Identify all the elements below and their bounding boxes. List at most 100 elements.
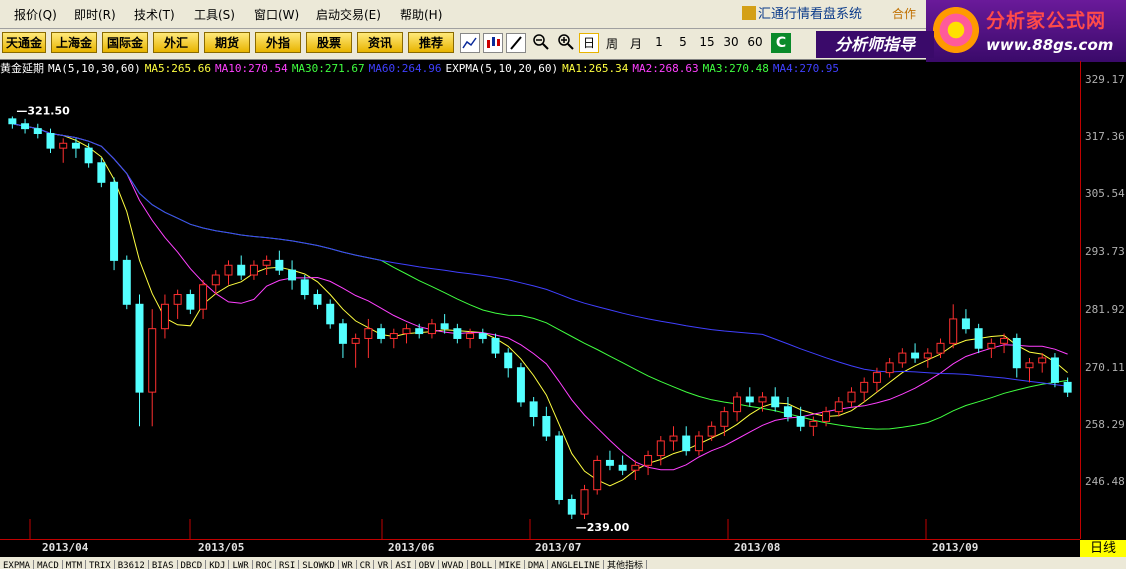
candle-body [160, 303, 169, 330]
menu-tools[interactable]: 工具(S) [194, 6, 235, 23]
candle-body [97, 162, 106, 183]
candle [605, 450, 614, 471]
candle-body [898, 352, 907, 364]
indicator-tab[interactable]: ROC [253, 560, 276, 569]
menu-quote[interactable]: 报价(Q) [14, 6, 57, 23]
menu-technical[interactable]: 技术(T) [134, 6, 175, 23]
candle [771, 387, 780, 412]
candle-body [707, 425, 716, 437]
indicator-tab[interactable]: MACD [34, 560, 63, 569]
indicator-tab[interactable]: 其他指标 [604, 560, 647, 569]
zoom-out-icon[interactable] [531, 33, 551, 53]
candle-body [682, 435, 691, 452]
indicator-tab[interactable]: RSI [276, 560, 300, 569]
intl-gold-button[interactable]: 国际金 [102, 32, 148, 53]
analyst-guide-banner[interactable]: 分析师指导 [816, 31, 934, 58]
shanghai-gold-button[interactable]: 上海金 [51, 32, 97, 53]
candle [885, 357, 894, 378]
stocks-button[interactable]: 股票 [306, 32, 352, 53]
pencil-draw-icon[interactable] [506, 33, 526, 53]
candle-body [542, 416, 551, 437]
logo-title: 分析家公式网 [986, 10, 1107, 32]
y-tick: 317.36 [1085, 130, 1125, 143]
period-week[interactable]: 周 [603, 35, 621, 52]
candle-body [427, 323, 436, 335]
candlestick-chart[interactable]: —321.50 —239.00 [0, 77, 1080, 539]
candle-body [567, 498, 576, 515]
expma-params: EXPMA(5,10,20,60) [445, 62, 559, 75]
candle-body [555, 435, 564, 500]
refresh-icon[interactable]: C [771, 33, 791, 53]
period-5min[interactable]: 5 [674, 35, 692, 49]
indicator-tab[interactable]: BOLL [468, 560, 497, 569]
menu-start-trading[interactable]: 启动交易(E) [316, 6, 381, 23]
candle [504, 348, 513, 378]
candle-body [135, 303, 144, 393]
line-chart-icon[interactable] [460, 33, 480, 53]
futures-button[interactable]: 期货 [204, 32, 250, 53]
candle-body [631, 464, 640, 471]
menu-realtime[interactable]: 即时(R) [74, 6, 116, 23]
candle-body [237, 264, 246, 276]
indicator-tab[interactable]: VR [374, 560, 393, 569]
candle [402, 323, 411, 344]
indicator-tab[interactable]: OBV [416, 560, 439, 569]
zoom-in-icon[interactable] [556, 33, 576, 53]
candle-body [872, 372, 881, 383]
indicator-tab[interactable]: DMA [525, 560, 549, 569]
candle-body [860, 381, 869, 393]
indicator-tab[interactable]: ASI [392, 560, 416, 569]
low-annotation: —239.00 [576, 521, 630, 534]
period-day[interactable]: 日 [579, 33, 599, 53]
indicator-tab[interactable]: SLOWKD [299, 560, 339, 569]
period-60min[interactable]: 60 [746, 35, 764, 49]
indicator-tab[interactable]: B3612 [115, 560, 149, 569]
app-brand: 汇通行情看盘系统 [742, 3, 862, 22]
candle [21, 118, 30, 134]
candle [1050, 353, 1059, 388]
indicator-tab[interactable]: TRIX [86, 560, 115, 569]
indicator-tab[interactable]: LWR [229, 560, 253, 569]
menu-help[interactable]: 帮助(H) [400, 6, 442, 23]
forex-button[interactable]: 外汇 [153, 32, 199, 53]
period-indicator[interactable]: 日线 [1080, 540, 1126, 557]
candle [529, 397, 538, 427]
candle-body [173, 294, 182, 305]
menu-window[interactable]: 窗口(W) [254, 6, 299, 23]
candle [160, 294, 169, 339]
high-annotation: —321.50 [16, 104, 70, 117]
candle-body [987, 342, 996, 349]
period-month[interactable]: 月 [627, 35, 645, 52]
tianjin-gold-button[interactable]: 天通金 [2, 32, 46, 53]
period-15min[interactable]: 15 [698, 35, 716, 49]
ma10-line [12, 123, 1068, 471]
candle-body [656, 440, 665, 457]
candle-body [961, 318, 970, 330]
indicator-tab[interactable]: MTM [63, 560, 87, 569]
candle-body [529, 401, 538, 418]
candle [542, 406, 551, 441]
candle-body [644, 455, 653, 466]
candle-body [8, 118, 17, 125]
indicator-tab[interactable]: ANGLELINE [548, 560, 604, 569]
indicator-tab[interactable]: KDJ [206, 560, 230, 569]
x-tick: 2013/07 [535, 541, 582, 554]
indicator-tab[interactable]: WVAD [439, 560, 468, 569]
candle-body [84, 147, 93, 164]
period-30min[interactable]: 30 [722, 35, 740, 49]
indicator-tab[interactable]: EXPMA [0, 560, 35, 569]
foreign-index-button[interactable]: 外指 [255, 32, 301, 53]
candle [720, 406, 729, 437]
indicator-tab[interactable]: DBCD [178, 560, 207, 569]
indicator-tab[interactable]: BIAS [149, 560, 178, 569]
recommend-button[interactable]: 推荐 [408, 32, 454, 53]
period-1min[interactable]: 1 [650, 35, 668, 49]
news-button[interactable]: 资讯 [357, 32, 403, 53]
candle-body [758, 396, 767, 403]
candle-body [885, 362, 894, 374]
indicator-tab[interactable]: MIKE [496, 560, 525, 569]
candle-body [618, 464, 627, 471]
indicator-tab[interactable]: WR [339, 560, 357, 569]
candle-chart-icon[interactable] [483, 33, 503, 53]
indicator-tab[interactable]: CR [357, 560, 375, 569]
